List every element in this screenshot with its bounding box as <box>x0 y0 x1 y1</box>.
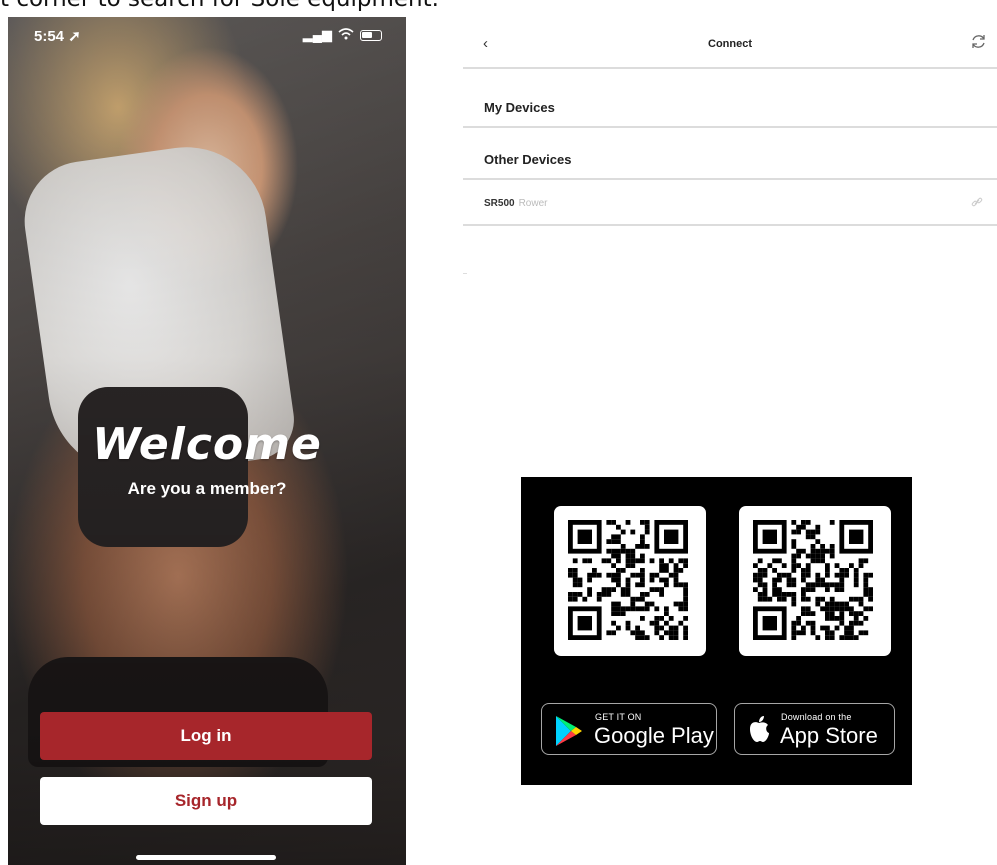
status-time: 5:54 ➚ <box>34 28 81 45</box>
device-name: SR500 <box>484 198 515 209</box>
other-devices-header: Other Devices <box>484 152 572 167</box>
my-devices-header: My Devices <box>484 100 555 115</box>
refresh-icon[interactable] <box>970 33 987 55</box>
app-download-panel: GET IT ON Google Play Download on the Ap… <box>521 477 912 785</box>
connect-screen: ‹ Connect My Devices Other Devices SR500… <box>463 30 997 274</box>
apple-icon <box>750 716 769 742</box>
status-icons: ▂▄▆ <box>303 27 382 43</box>
wifi-icon <box>338 27 354 43</box>
signal-icon: ▂▄▆ <box>302 27 332 42</box>
app-store-badge[interactable]: Download on the App Store <box>734 703 895 755</box>
device-type: Rower <box>518 198 548 209</box>
instruction-caption: t corner to search for Sole equipment. <box>0 0 439 12</box>
divider <box>463 224 997 226</box>
app-store-qr-code[interactable] <box>739 506 891 656</box>
divider <box>463 126 997 128</box>
device-list-item[interactable]: SR500 Rower <box>484 198 547 209</box>
google-play-icon <box>556 716 582 746</box>
divider <box>463 67 997 69</box>
link-icon[interactable] <box>971 196 983 211</box>
app-store-label: App Store <box>780 723 878 748</box>
page-title: Connect <box>708 38 752 50</box>
member-prompt: Are you a member? <box>127 479 287 498</box>
home-indicator[interactable] <box>136 855 276 860</box>
divider <box>463 178 997 180</box>
battery-icon <box>360 29 382 41</box>
login-button[interactable]: Log in <box>40 712 372 760</box>
google-play-small-label: GET IT ON <box>595 712 642 722</box>
signup-button[interactable]: Sign up <box>40 777 372 825</box>
app-store-small-label: Download on the <box>781 712 852 722</box>
welcome-screen: 5:54 ➚ ▂▄▆ Welcome Are you a member? Log… <box>8 17 406 865</box>
google-play-badge[interactable]: GET IT ON Google Play <box>541 703 717 755</box>
scroll-artifact <box>463 273 467 274</box>
google-play-qr-code[interactable] <box>554 506 706 656</box>
google-play-label: Google Play <box>594 723 714 748</box>
welcome-title: Welcome <box>92 419 322 470</box>
